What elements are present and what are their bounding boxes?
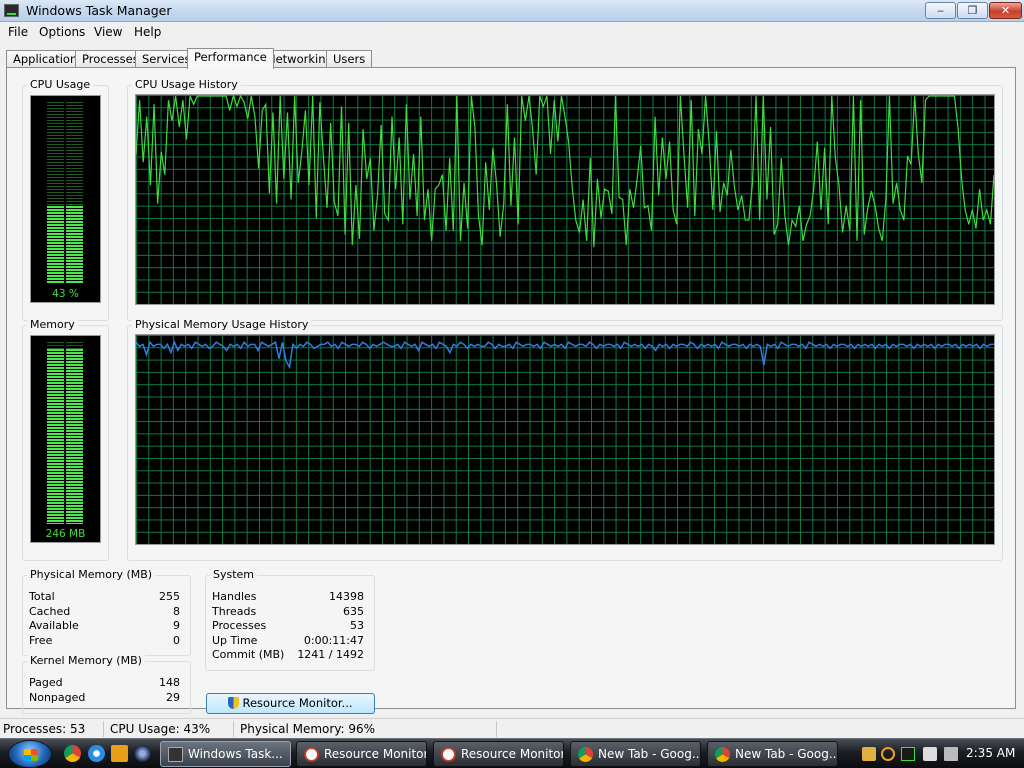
stat-row: Up Time 0:00:11:47 — [212, 634, 364, 647]
taskbar-item-task-manager[interactable]: Windows Task... — [160, 741, 291, 767]
windows-logo-icon — [24, 749, 38, 761]
physical-memory-label: Physical Memory (MB) — [27, 568, 156, 581]
kernel-memory-group: Paged 148 Nonpaged 29 — [22, 661, 191, 714]
security-tray-icon[interactable] — [862, 747, 876, 761]
menu-options[interactable]: Options — [39, 25, 85, 39]
cpu-history-chart — [136, 95, 994, 248]
media-player-icon[interactable] — [111, 745, 128, 762]
task-manager-icon — [4, 4, 19, 17]
memory-meter-fill — [47, 349, 83, 524]
memory-history-chart — [136, 340, 994, 370]
stat-row: Threads 635 — [212, 605, 364, 618]
internet-explorer-icon[interactable] — [88, 745, 105, 762]
stat-row: Free 0 — [29, 634, 180, 647]
window-title: Windows Task Manager — [26, 3, 172, 18]
memory-label: Memory — [27, 318, 78, 331]
memory-value: 246 MB — [45, 528, 86, 540]
stat-row: Commit (MB) 1241 / 1492 — [212, 648, 364, 661]
resource-monitor-button[interactable]: Resource Monitor... — [206, 693, 375, 714]
clock[interactable]: 2:35 AM — [966, 746, 1015, 760]
network-tray-icon[interactable] — [923, 747, 937, 761]
stat-row: Total 255 — [29, 590, 180, 603]
tab-users[interactable]: Users — [326, 50, 373, 68]
cpu-usage-label: CPU Usage — [27, 78, 94, 91]
volume-tray-icon[interactable] — [944, 747, 958, 761]
cpu-meter-empty — [47, 102, 83, 206]
status-memory: Physical Memory: 96% — [240, 722, 376, 736]
title-bar[interactable]: Windows Task Manager ‒ ❐ ✕ — [0, 0, 1024, 22]
cpu-meter-fill — [47, 206, 83, 284]
system-group: Handles 14398 Threads 635 Processes 53 Up T… — [205, 575, 375, 671]
menu-bar: File Options View Help — [0, 22, 1024, 42]
status-separator — [233, 721, 234, 737]
task-manager-tray-icon[interactable] — [901, 747, 915, 761]
stat-row: Nonpaged 29 — [29, 691, 180, 704]
stat-row: Cached 8 — [29, 605, 180, 618]
task-manager-window: File Options View Help Applications Proc… — [0, 22, 1024, 738]
stat-row: Handles 14398 — [212, 590, 364, 603]
taskbar-item-resource-monitor[interactable]: Resource Monitor — [433, 741, 564, 767]
chrome-icon — [715, 747, 730, 762]
resource-monitor-icon — [441, 747, 456, 762]
status-bar: Processes: 53 CPU Usage: 43% Physical Me… — [0, 718, 1024, 738]
cpu-history-graph — [135, 94, 995, 305]
taskbar: Windows Task... Resource Monitor Resourc… — [0, 738, 1024, 768]
chrome-icon — [578, 747, 593, 762]
cpu-history-line — [136, 95, 994, 248]
status-separator — [103, 721, 104, 737]
kernel-memory-label: Kernel Memory (MB) — [27, 654, 145, 667]
status-separator — [496, 721, 497, 737]
taskbar-item-chrome[interactable]: New Tab - Goog... — [570, 741, 701, 767]
task-manager-icon — [168, 747, 183, 762]
menu-help[interactable]: Help — [134, 25, 161, 39]
stat-row: Available 9 — [29, 619, 180, 632]
tab-performance[interactable]: Performance — [187, 48, 274, 69]
performance-panel: CPU Usage 43 % CPU Usage History Memory … — [6, 67, 1016, 714]
taskbar-item-resource-monitor[interactable]: Resource Monitor — [296, 741, 427, 767]
search-tray-icon[interactable] — [881, 747, 895, 761]
memory-history-label: Physical Memory Usage History — [132, 318, 312, 331]
close-button[interactable]: ✕ — [989, 2, 1022, 19]
cpu-usage-value: 43 % — [52, 288, 79, 300]
menu-file[interactable]: File — [8, 25, 28, 39]
globe-icon[interactable] — [134, 745, 151, 762]
shield-icon — [228, 697, 240, 709]
memory-meter-empty — [47, 342, 83, 349]
status-cpu: CPU Usage: 43% — [110, 722, 211, 736]
start-button[interactable] — [8, 740, 52, 768]
taskbar-item-chrome[interactable]: New Tab - Goog... — [707, 741, 838, 767]
resource-monitor-icon — [304, 747, 319, 762]
resource-monitor-button-label: Resource Monitor... — [242, 696, 353, 710]
system-label: System — [210, 568, 258, 581]
status-processes: Processes: 53 — [3, 722, 86, 736]
menu-view[interactable]: View — [94, 25, 122, 39]
maximize-button[interactable]: ❐ — [957, 2, 988, 19]
memory-meter: 246 MB — [30, 335, 101, 543]
cpu-usage-meter: 43 % — [30, 95, 101, 303]
memory-history-graph — [135, 334, 995, 545]
physical-memory-group: Total 255 Cached 8 Available 9 Free 0 — [22, 575, 191, 656]
stat-row: Paged 148 — [29, 676, 180, 689]
chrome-icon[interactable] — [64, 745, 81, 762]
cpu-history-label: CPU Usage History — [132, 78, 241, 91]
memory-history-line — [136, 340, 994, 370]
stat-row: Processes 53 — [212, 619, 364, 632]
minimize-button[interactable]: ‒ — [925, 2, 956, 19]
